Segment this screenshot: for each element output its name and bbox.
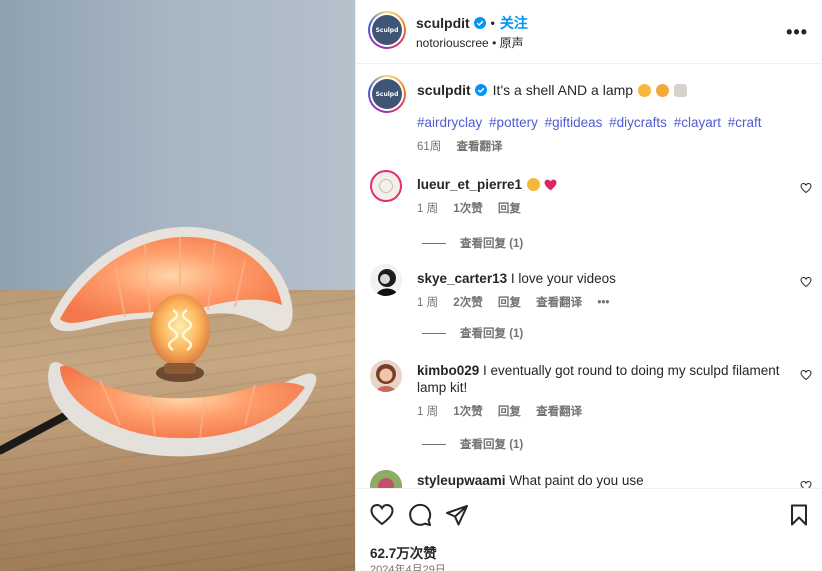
like-comment-heart-icon[interactable] — [800, 276, 812, 288]
comment-meta: 1 周 1次赞 回复 — [417, 200, 533, 216]
comment-line: lueur_et_pierre1 — [417, 176, 787, 193]
hashtag-link[interactable]: #diycrafts — [609, 115, 667, 130]
view-replies-button[interactable]: 查看回复 (1) — [422, 436, 523, 452]
comment-line: kimbo029 I eventually got round to doing… — [417, 362, 787, 396]
comment-text: What paint do you use — [509, 473, 644, 488]
comment-translate-button[interactable]: 查看翻译 — [536, 297, 582, 309]
red-heart-emoji-icon — [544, 179, 557, 190]
hashtag-link[interactable]: #giftideas — [545, 115, 603, 130]
comment-time[interactable]: 1 周 — [417, 203, 438, 215]
audio-label[interactable]: 原声 — [500, 36, 524, 50]
post-header: Sculpd sculpdit • 关注 notoriouscree • 原声 … — [356, 0, 822, 64]
comments-list[interactable]: Sculpd sculpdit It's a shell AND a lamp … — [356, 64, 822, 488]
caption-line: sculpdit It's a shell AND a lamp — [417, 82, 688, 98]
hashtag-link[interactable]: #craft — [728, 115, 762, 130]
comment-reply-button[interactable]: 回复 — [498, 406, 521, 418]
comment-avatar[interactable] — [370, 264, 402, 296]
caption-text: It's a shell AND a lamp — [492, 82, 634, 98]
author-avatar[interactable]: Sculpd — [368, 11, 406, 49]
author-avatar-logo: Sculpd — [372, 15, 402, 45]
like-comment-heart-icon[interactable] — [800, 182, 812, 194]
comment-reply-button[interactable]: 回复 — [498, 203, 521, 215]
comment-reply-button[interactable]: 回复 — [498, 297, 521, 309]
audio-dot-separator: • — [492, 36, 500, 50]
avatar-photo — [370, 360, 402, 392]
caption-meta: 61周 查看翻译 — [417, 138, 503, 154]
shell-lamp-image — [48, 226, 317, 457]
header-dot-separator: • — [490, 16, 495, 30]
comment-time[interactable]: 1 周 — [417, 406, 438, 418]
comment-avatar[interactable] — [370, 170, 402, 202]
like-heart-icon[interactable] — [370, 503, 394, 527]
comment-username[interactable]: skye_carter13 — [417, 271, 507, 286]
comment-username[interactable]: styleupwaami — [417, 473, 506, 488]
view-replies-button[interactable]: 查看回复 (1) — [422, 235, 523, 251]
caption-username[interactable]: sculpdit — [417, 82, 471, 98]
post-date[interactable]: 2024年4月29日 — [370, 561, 446, 571]
share-send-icon[interactable] — [445, 503, 469, 527]
comment-time[interactable]: 1 周 — [417, 297, 438, 309]
more-options-icon[interactable]: ••• — [786, 22, 808, 43]
caption-avatar-logo: Sculpd — [372, 79, 402, 109]
comment-username[interactable]: kimbo029 — [417, 363, 479, 378]
avatar-photo — [370, 470, 402, 488]
caption-avatar[interactable]: Sculpd — [368, 75, 406, 113]
audio-line[interactable]: notoriouscree • 原声 — [416, 34, 524, 51]
comment-likes[interactable]: 1次赞 — [453, 406, 482, 418]
comment-likes[interactable]: 1次赞 — [453, 203, 482, 215]
comment-more-icon[interactable]: ••• — [597, 297, 609, 309]
post-panel: Sculpd sculpdit • 关注 notoriouscree • 原声 … — [355, 0, 822, 571]
view-replies-button[interactable]: 查看回复 (1) — [422, 325, 523, 341]
post-likes-count[interactable]: 62.7万次赞 — [370, 542, 437, 562]
comment-bubble-icon[interactable] — [408, 503, 432, 527]
comment-line: skye_carter13 I love your videos — [417, 270, 787, 287]
verified-badge-icon — [474, 84, 487, 96]
verified-badge-icon — [473, 17, 486, 29]
hashtag-link[interactable]: #airdryclay — [417, 115, 482, 130]
comment-likes[interactable]: 2次赞 — [453, 297, 482, 309]
comment-meta: 1 周 1次赞 回复 查看翻译 — [417, 403, 594, 419]
save-bookmark-icon[interactable] — [787, 503, 811, 527]
comment-text: I love your videos — [510, 271, 616, 286]
comment-line: styleupwaami What paint do you use — [417, 472, 787, 488]
post-photo[interactable] — [0, 0, 355, 571]
post-actions: 62.7万次赞 2024年4月29日 — [356, 488, 822, 571]
hashtag-link[interactable]: #pottery — [489, 115, 538, 130]
shell-emoji-icon — [674, 83, 688, 97]
author-username[interactable]: sculpdit — [416, 15, 470, 31]
heart-eyes-emoji-icon — [527, 178, 541, 191]
comment-meta: 1 周 2次赞 回复 查看翻译 ••• — [417, 294, 621, 310]
author-name-row: sculpdit • 关注 — [416, 13, 528, 33]
avatar-photo — [370, 264, 402, 296]
like-comment-heart-icon[interactable] — [800, 369, 812, 381]
comment-avatar[interactable] — [370, 360, 402, 392]
comment-translate-button[interactable]: 查看翻译 — [536, 406, 582, 418]
like-comment-heart-icon[interactable] — [800, 480, 812, 488]
audio-username[interactable]: notoriouscree — [416, 36, 489, 50]
astonished-face-emoji-icon — [656, 83, 670, 97]
comment-username[interactable]: lueur_et_pierre1 — [417, 176, 522, 193]
avatar-logo-icon — [379, 179, 393, 193]
caption-hashtags: #airdryclay #pottery #giftideas #diycraf… — [417, 115, 765, 130]
follow-button[interactable]: 关注 — [500, 13, 528, 33]
caption-time[interactable]: 61周 — [417, 141, 441, 153]
laughing-face-emoji-icon — [638, 83, 652, 97]
comment-avatar[interactable] — [370, 470, 402, 488]
caption-translate-button[interactable]: 查看翻译 — [457, 141, 503, 153]
hashtag-link[interactable]: #clayart — [674, 115, 721, 130]
